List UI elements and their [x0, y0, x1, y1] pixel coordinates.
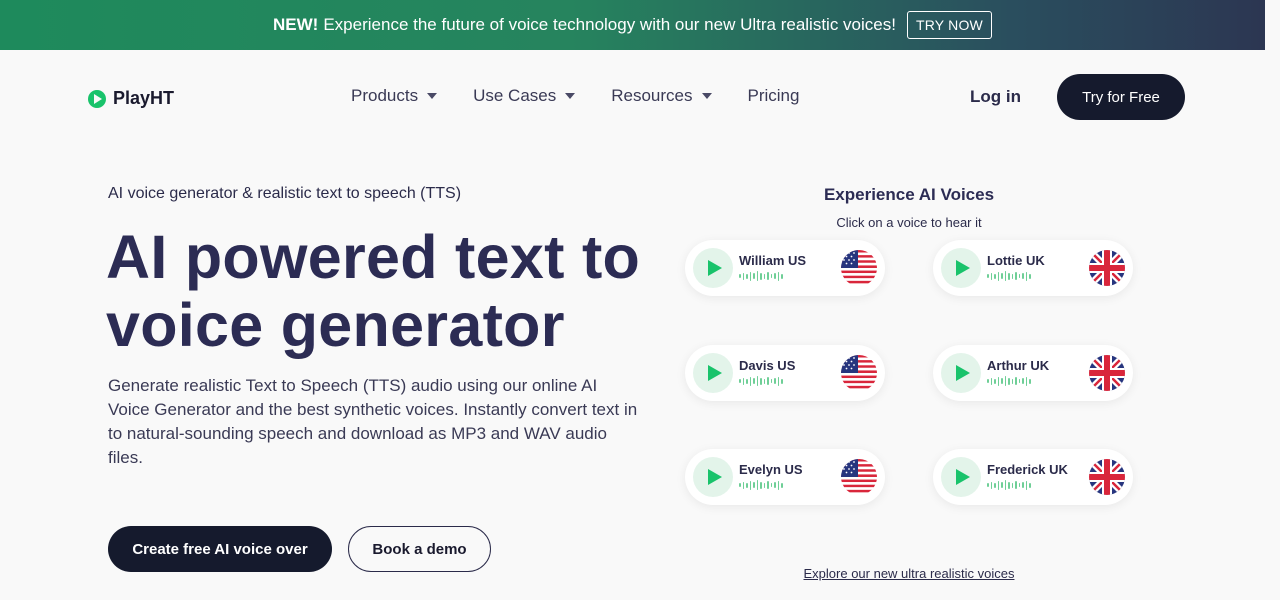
main-nav: PlayHT Products Use Cases Resources Pric… — [0, 50, 1265, 144]
nav-item-label: Products — [351, 86, 419, 105]
voice-card[interactable]: Arthur UK — [933, 345, 1133, 401]
play-icon[interactable] — [693, 353, 733, 393]
nav-item-pricing[interactable]: Pricing — [748, 86, 800, 106]
book-demo-button[interactable]: Book a demo — [348, 526, 491, 572]
nav-item-label: Resources — [611, 86, 693, 105]
voice-card[interactable]: Davis US — [685, 345, 885, 401]
voice-name: Lottie UK — [987, 253, 1045, 268]
voices-subtitle: Click on a voice to hear it — [836, 215, 982, 230]
waveform-icon — [987, 480, 1033, 490]
voice-name: Davis US — [739, 358, 796, 373]
caret-down-icon — [427, 93, 438, 99]
waveform-icon — [739, 271, 785, 281]
play-icon[interactable] — [941, 248, 981, 288]
nav-item-resources[interactable]: Resources — [611, 86, 712, 106]
voice-card[interactable]: William US — [685, 240, 885, 296]
caret-down-icon — [701, 93, 712, 99]
announcement-text: Experience the future of voice technolog… — [323, 15, 896, 34]
hero-description: Generate realistic Text to Speech (TTS) … — [108, 376, 638, 467]
us-flag-icon — [841, 250, 877, 286]
play-icon[interactable] — [941, 457, 981, 497]
logo-text: PlayHT — [113, 88, 175, 108]
announcement-bar: NEW! Experience the future of voice tech… — [0, 0, 1265, 50]
caret-down-icon — [565, 93, 576, 99]
nav-item-products[interactable]: Products — [351, 86, 438, 106]
nav-menu: Products Use Cases Resources Pricing — [351, 86, 835, 106]
voice-name: Frederick UK — [987, 462, 1068, 477]
us-flag-icon — [841, 459, 877, 495]
play-icon[interactable] — [941, 353, 981, 393]
uk-flag-icon — [1089, 355, 1125, 391]
voice-card[interactable]: Evelyn US — [685, 449, 885, 505]
waveform-icon — [739, 376, 785, 386]
nav-item-label: Pricing — [747, 86, 800, 105]
play-icon[interactable] — [693, 248, 733, 288]
try-for-free-button[interactable]: Try for Free — [1057, 74, 1185, 120]
waveform-icon — [987, 271, 1033, 281]
voice-card[interactable]: Frederick UK — [933, 449, 1133, 505]
us-flag-icon — [841, 355, 877, 391]
logo[interactable]: PlayHT — [88, 88, 174, 109]
login-link[interactable]: Log in — [970, 87, 1021, 107]
new-badge: NEW! — [273, 15, 319, 34]
voices-title: Experience AI Voices — [823, 185, 995, 204]
nav-item-use-cases[interactable]: Use Cases — [473, 86, 576, 106]
try-now-button[interactable]: TRY NOW — [906, 11, 992, 39]
explore-voices-link[interactable]: Explore our new ultra realistic voices — [780, 566, 1038, 581]
hero-eyebrow: AI voice generator & realistic text to s… — [108, 185, 462, 202]
hero-headline: AI powered text to voice generator — [106, 223, 641, 359]
voice-name: Evelyn US — [739, 462, 803, 477]
nav-item-label: Use Cases — [473, 86, 557, 105]
waveform-icon — [987, 376, 1033, 386]
play-logo-icon — [88, 89, 106, 108]
waveform-icon — [739, 480, 785, 490]
voice-name: William US — [739, 253, 807, 268]
voice-name: Arthur UK — [987, 358, 1050, 373]
play-icon[interactable] — [693, 457, 733, 497]
uk-flag-icon — [1089, 459, 1125, 495]
uk-flag-icon — [1089, 250, 1125, 286]
voice-card[interactable]: Lottie UK — [933, 240, 1133, 296]
create-voice-over-button[interactable]: Create free AI voice over — [108, 526, 332, 572]
